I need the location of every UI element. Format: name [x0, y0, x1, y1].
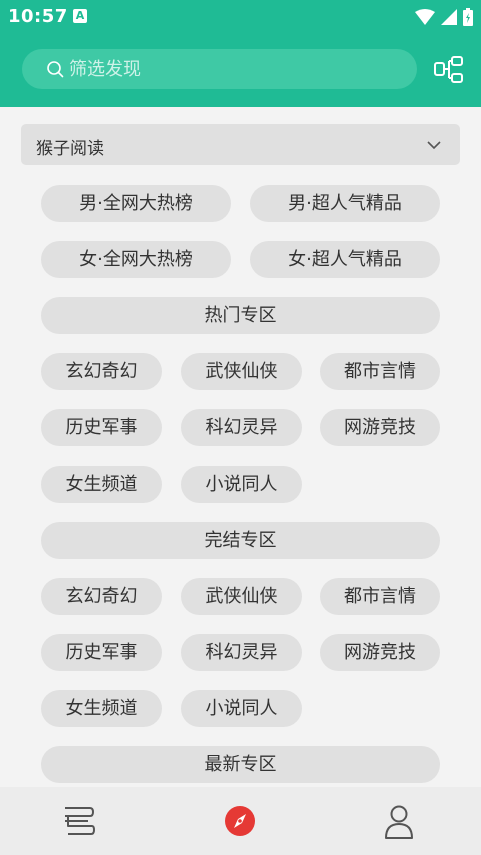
chevron-down-icon: [427, 141, 441, 150]
chip-category[interactable]: 都市言情: [320, 353, 440, 390]
source-select[interactable]: 猴子阅读: [21, 124, 460, 165]
chip-category[interactable]: 网游竞技: [320, 409, 440, 446]
chip-ranking[interactable]: 男·全网大热榜: [41, 185, 231, 222]
chip-ranking[interactable]: 男·超人气精品: [250, 185, 440, 222]
search-icon: [47, 61, 64, 78]
chip-category[interactable]: 历史军事: [41, 409, 162, 446]
chip-category[interactable]: 武侠仙侠: [181, 578, 302, 615]
search-input[interactable]: [69, 49, 399, 89]
chip-category[interactable]: 历史军事: [41, 634, 162, 671]
filter-tree-icon[interactable]: [434, 56, 464, 84]
bookshelf-icon: [65, 807, 95, 835]
notification-badge: A: [73, 9, 87, 23]
chip-category[interactable]: 都市言情: [320, 578, 440, 615]
chip-category[interactable]: 女生频道: [41, 690, 162, 727]
nav-profile[interactable]: [359, 787, 439, 855]
status-time: 10:57: [8, 6, 68, 27]
section-latest[interactable]: 最新专区: [41, 746, 440, 783]
chip-category[interactable]: 科幻灵异: [181, 409, 302, 446]
chip-category[interactable]: 网游竞技: [320, 634, 440, 671]
nav-bookshelf[interactable]: [40, 787, 120, 855]
wifi-icon: [415, 9, 435, 25]
chip-category[interactable]: 小说同人: [181, 690, 302, 727]
source-select-value: 猴子阅读: [36, 139, 104, 159]
nav-discover[interactable]: [200, 787, 280, 855]
profile-icon: [385, 805, 413, 839]
section-finished[interactable]: 完结专区: [41, 522, 440, 559]
chip-category[interactable]: 玄幻奇幻: [41, 578, 162, 615]
chip-category[interactable]: 武侠仙侠: [181, 353, 302, 390]
signal-icon: [441, 9, 457, 25]
chip-category[interactable]: 玄幻奇幻: [41, 353, 162, 390]
chip-ranking[interactable]: 女·全网大热榜: [41, 241, 231, 278]
section-hot[interactable]: 热门专区: [41, 297, 440, 334]
chip-ranking[interactable]: 女·超人气精品: [250, 241, 440, 278]
status-bar: 10:57 A: [0, 0, 481, 34]
chip-category[interactable]: 小说同人: [181, 466, 302, 503]
battery-icon: [463, 8, 473, 26]
chip-category[interactable]: 科幻灵异: [181, 634, 302, 671]
search-bar[interactable]: [22, 49, 417, 89]
chip-category[interactable]: 女生频道: [41, 466, 162, 503]
discover-compass-icon: [225, 806, 255, 836]
status-icons: [415, 7, 473, 27]
bottom-nav: [0, 787, 481, 855]
